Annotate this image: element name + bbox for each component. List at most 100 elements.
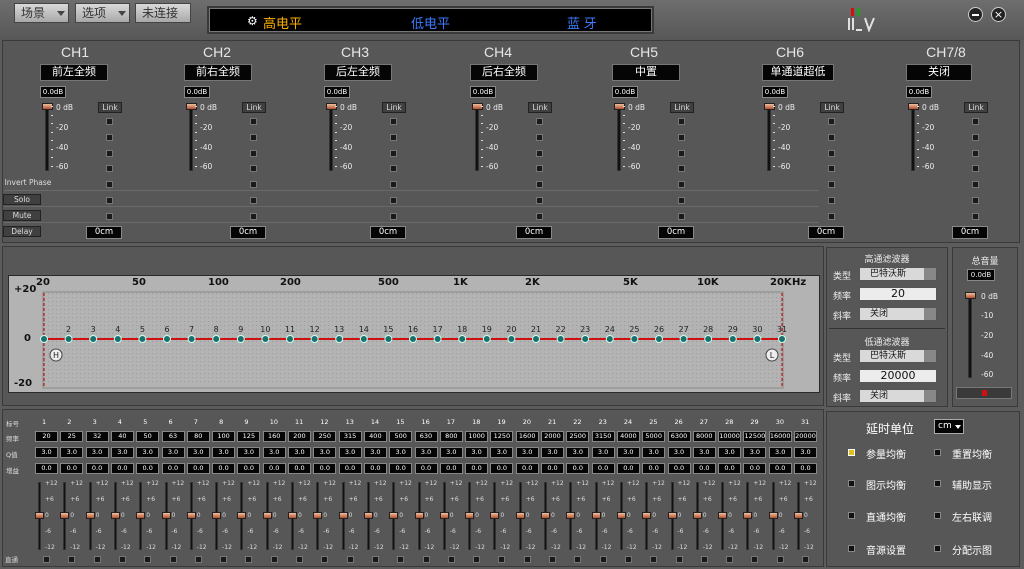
- band-gain-input[interactable]: 0.0: [768, 463, 792, 474]
- hp-freq-input[interactable]: 20: [859, 287, 937, 301]
- mode-bluetooth[interactable]: 蓝 牙: [567, 13, 597, 32]
- channel-checkbox[interactable]: [106, 134, 113, 141]
- band-bypass-checkbox[interactable]: [397, 556, 405, 563]
- right-panel-button[interactable]: 辅助显示: [934, 477, 992, 492]
- band-gain-input[interactable]: 0.0: [363, 463, 387, 474]
- band-q-input[interactable]: 3.0: [743, 447, 767, 458]
- band-freq-input[interactable]: 50: [136, 431, 160, 442]
- band-bypass-checkbox[interactable]: [549, 556, 556, 563]
- band-gain-input[interactable]: 0.0: [110, 463, 134, 474]
- delay-unit-select[interactable]: cm: [934, 419, 964, 434]
- right-panel-button[interactable]: 音源设置: [848, 542, 906, 557]
- band-freq-input[interactable]: 20: [35, 431, 58, 442]
- band-gain-input[interactable]: 0.0: [237, 463, 261, 474]
- master-slider-thumb[interactable]: [965, 292, 976, 299]
- eq-band-node[interactable]: [89, 335, 98, 343]
- channel-checkbox[interactable]: [678, 197, 685, 204]
- eq-band-node[interactable]: [40, 335, 48, 343]
- band-q-input[interactable]: 3.0: [110, 447, 134, 458]
- channel-checkbox[interactable]: [828, 197, 835, 204]
- band-q-input[interactable]: 3.0: [313, 447, 337, 458]
- band-q-input[interactable]: 3.0: [136, 447, 160, 458]
- band-bypass-checkbox[interactable]: [726, 556, 734, 563]
- right-panel-button[interactable]: 直通均衡: [848, 509, 906, 524]
- band-freq-input[interactable]: 1600: [515, 431, 539, 442]
- eq-band-node[interactable]: [778, 335, 786, 343]
- band-bypass-checkbox[interactable]: [245, 556, 253, 563]
- channel-checkbox[interactable]: [390, 181, 397, 188]
- eq-band-node[interactable]: [138, 335, 147, 343]
- channel-volume-track[interactable]: [767, 103, 771, 171]
- channel-checkbox[interactable]: [250, 150, 257, 157]
- band-gain-input[interactable]: 0.0: [515, 463, 539, 474]
- band-freq-input[interactable]: 20000: [794, 431, 817, 442]
- band-gain-input[interactable]: 0.0: [743, 463, 767, 474]
- eq-band-node[interactable]: [163, 335, 171, 343]
- eq-band-node[interactable]: [409, 335, 417, 343]
- channel-checkbox[interactable]: [828, 150, 835, 157]
- band-bypass-checkbox[interactable]: [498, 556, 506, 563]
- channel-assign-select[interactable]: 单通道超低: [762, 64, 834, 81]
- channel-checkbox[interactable]: [536, 150, 543, 157]
- band-q-input[interactable]: 3.0: [591, 447, 615, 458]
- band-bypass-checkbox[interactable]: [422, 556, 430, 563]
- band-gain-input[interactable]: 0.0: [288, 463, 311, 474]
- master-mute-button[interactable]: [956, 387, 1012, 399]
- minimize-icon[interactable]: [968, 7, 983, 22]
- band-gain-thumb[interactable]: [642, 512, 652, 519]
- channel-checkbox[interactable]: [106, 165, 113, 172]
- channel-checkbox[interactable]: [250, 134, 257, 141]
- channel-checkbox[interactable]: [106, 118, 113, 125]
- band-gain-thumb[interactable]: [541, 512, 550, 519]
- band-freq-input[interactable]: 400: [363, 431, 387, 442]
- eq-band-node[interactable]: [458, 335, 467, 343]
- band-q-input[interactable]: 3.0: [414, 447, 438, 458]
- band-gain-input[interactable]: 0.0: [186, 463, 210, 474]
- eq-band-node[interactable]: [556, 335, 565, 343]
- channel-checkbox[interactable]: [972, 197, 979, 204]
- band-freq-input[interactable]: 250: [313, 431, 337, 442]
- connection-button[interactable]: 未连接: [135, 3, 191, 23]
- eq-band-node[interactable]: [384, 335, 393, 343]
- band-q-input[interactable]: 3.0: [566, 447, 590, 458]
- band-gain-thumb[interactable]: [186, 512, 196, 519]
- band-gain-input[interactable]: 0.0: [465, 463, 489, 474]
- eq-band-node[interactable]: [433, 335, 442, 343]
- right-panel-button[interactable]: 参量均衡: [848, 446, 906, 461]
- band-q-input[interactable]: 3.0: [718, 447, 742, 458]
- lp-freq-input[interactable]: 20000: [859, 369, 937, 383]
- band-gain-input[interactable]: 0.0: [414, 463, 438, 474]
- band-bypass-checkbox[interactable]: [194, 556, 202, 563]
- band-q-input[interactable]: 3.0: [262, 447, 286, 458]
- band-gain-thumb[interactable]: [136, 512, 146, 519]
- band-gain-thumb[interactable]: [743, 512, 753, 519]
- channel-checkbox[interactable]: [972, 181, 979, 188]
- band-gain-input[interactable]: 0.0: [35, 463, 58, 474]
- right-panel-button[interactable]: 左右联调: [934, 509, 992, 524]
- channel-checkbox[interactable]: [536, 197, 543, 204]
- band-freq-input[interactable]: 1000: [465, 431, 489, 442]
- channel-checkbox[interactable]: [536, 181, 543, 188]
- band-bypass-checkbox[interactable]: [624, 556, 632, 563]
- band-gain-thumb[interactable]: [237, 512, 247, 519]
- eq-band-node[interactable]: [630, 335, 639, 343]
- channel-checkbox[interactable]: [390, 197, 397, 204]
- channel-checkbox[interactable]: [250, 181, 257, 188]
- channel-checkbox[interactable]: [536, 134, 543, 141]
- eq-band-node[interactable]: [212, 335, 221, 343]
- band-bypass-checkbox[interactable]: [43, 556, 50, 563]
- channel-delay-value[interactable]: 0cm: [230, 226, 266, 239]
- channel-assign-select[interactable]: 后左全频: [324, 64, 392, 81]
- eq-band-node[interactable]: [482, 335, 491, 343]
- channel-checkbox[interactable]: [678, 118, 685, 125]
- band-gain-input[interactable]: 0.0: [692, 463, 716, 474]
- band-gain-thumb[interactable]: [110, 512, 120, 519]
- band-q-input[interactable]: 3.0: [465, 447, 489, 458]
- channel-checkbox[interactable]: [250, 118, 257, 125]
- band-q-input[interactable]: 3.0: [161, 447, 185, 458]
- band-q-input[interactable]: 3.0: [35, 447, 58, 458]
- band-bypass-checkbox[interactable]: [650, 556, 658, 563]
- band-gain-thumb[interactable]: [718, 512, 728, 519]
- band-q-input[interactable]: 3.0: [186, 447, 210, 458]
- right-panel-button[interactable]: 重置均衡: [934, 446, 992, 461]
